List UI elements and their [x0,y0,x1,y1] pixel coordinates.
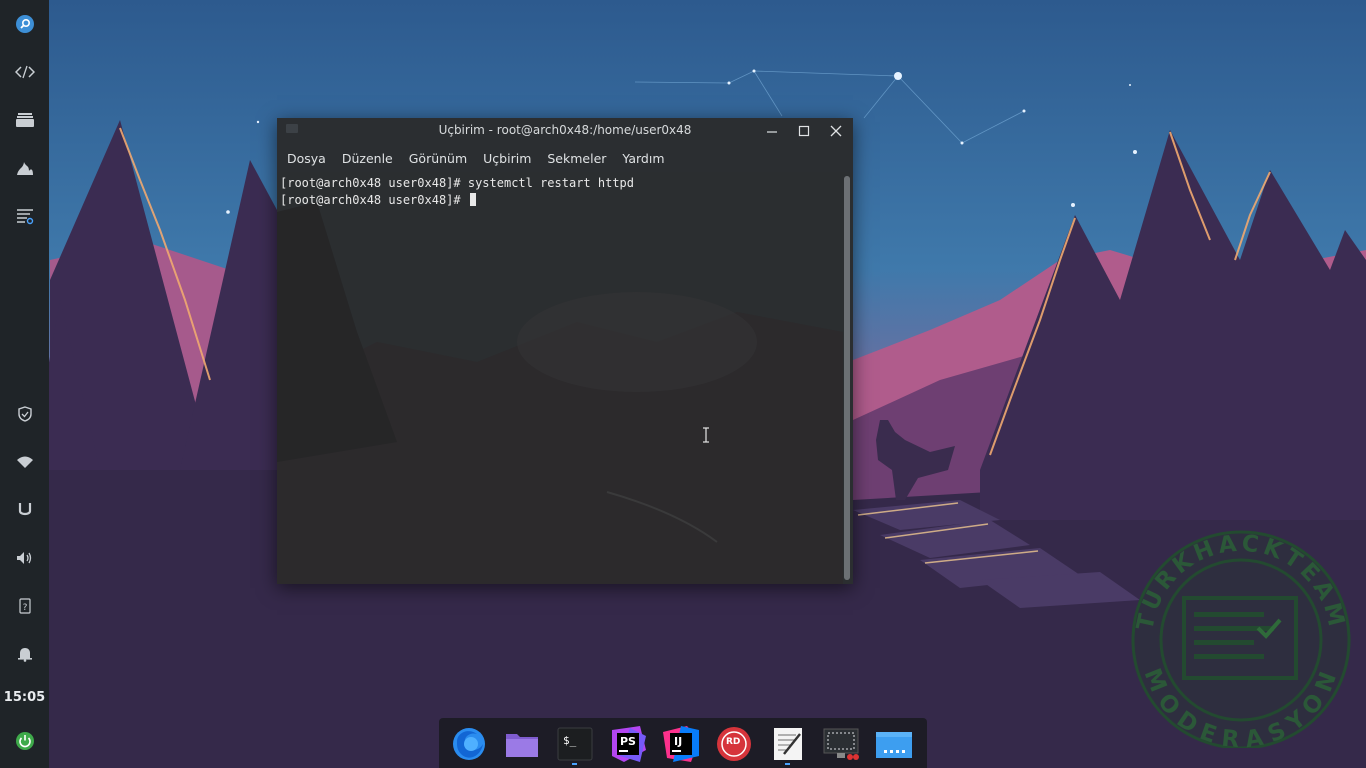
close-icon [830,125,842,137]
menu-sekmeler[interactable]: Sekmeler [541,151,612,166]
terminal-line: [root@arch0x48 user0x48]# systemctl rest… [280,176,635,190]
tray-icon[interactable] [0,96,49,144]
close-button[interactable] [827,122,845,140]
running-indicator [572,763,577,765]
redis-dock-label: RD [726,737,741,747]
terminal-window[interactable]: Uçbirim - root@arch0x48:/home/user0x48 D… [277,118,853,584]
dock-terminal[interactable]: $_ [557,726,593,765]
dock-text-editor[interactable] [770,726,806,765]
log-icon[interactable] [0,192,49,240]
phpstorm-dock-label: PS [620,735,636,748]
menu-ucbirim[interactable]: Uçbirim [477,151,537,166]
flame-icon[interactable] [0,144,49,192]
text-editor-icon [774,728,802,760]
dock-intellij[interactable]: IJ [663,726,699,762]
dock-files[interactable] [504,726,540,762]
svg-text:?: ? [22,603,27,613]
running-indicator [785,763,790,765]
panel-clock[interactable]: 15:05 [0,690,49,705]
search-icon[interactable] [0,0,49,48]
help-icon[interactable]: ? [0,582,49,630]
left-panel: ? 15:05 [0,0,49,768]
dock-phpstorm[interactable]: PS [610,726,646,762]
magnet-icon[interactable] [0,486,49,534]
dock-desktop[interactable] [876,726,912,762]
terminal-output-area[interactable]: [root@arch0x48 user0x48]# systemctl rest… [277,172,853,584]
terminal-dock-label: $_ [563,734,577,747]
minimize-icon [767,131,777,133]
terminal-prompt-text: [root@arch0x48 user0x48]# [280,193,468,207]
screenshot-icon [823,728,859,760]
terminal-prompt-line: [root@arch0x48 user0x48]# [280,193,476,207]
code-icon[interactable] [0,48,49,96]
dock-redis-desktop[interactable]: RD [716,726,752,762]
watermark-seal: TURKHACKTEAM MODERASYON [1131,530,1351,748]
title-bar[interactable]: Uçbirim - root@arch0x48:/home/user0x48 [277,118,853,144]
power-icon[interactable] [0,731,49,757]
wifi-icon[interactable] [0,438,49,486]
minimize-button[interactable] [763,122,781,140]
maximize-icon [798,125,810,137]
menu-yardim[interactable]: Yardım [616,151,670,166]
dock-firefox[interactable] [451,726,487,762]
terminal-background [277,172,853,584]
dock-screenshot[interactable] [823,726,859,762]
ibeam-cursor-icon [703,427,709,443]
folder-icon [506,734,538,757]
maximize-button[interactable] [795,122,813,140]
menu-duzenle[interactable]: Düzenle [336,151,399,166]
dock: $_ PS IJ RD [439,718,927,768]
text-cursor [469,193,476,206]
shield-icon[interactable] [0,390,49,438]
bell-icon[interactable] [0,630,49,678]
menu-dosya[interactable]: Dosya [281,151,332,166]
desktop-icon [876,732,912,758]
menu-gorunum[interactable]: Görünüm [403,151,473,166]
firefox-icon [453,728,485,760]
menu-bar: Dosya Düzenle Görünüm Uçbirim Sekmeler Y… [277,144,853,172]
volume-icon[interactable] [0,534,49,582]
intellij-dock-label: IJ [674,735,683,748]
scrollbar-thumb[interactable] [844,176,850,580]
